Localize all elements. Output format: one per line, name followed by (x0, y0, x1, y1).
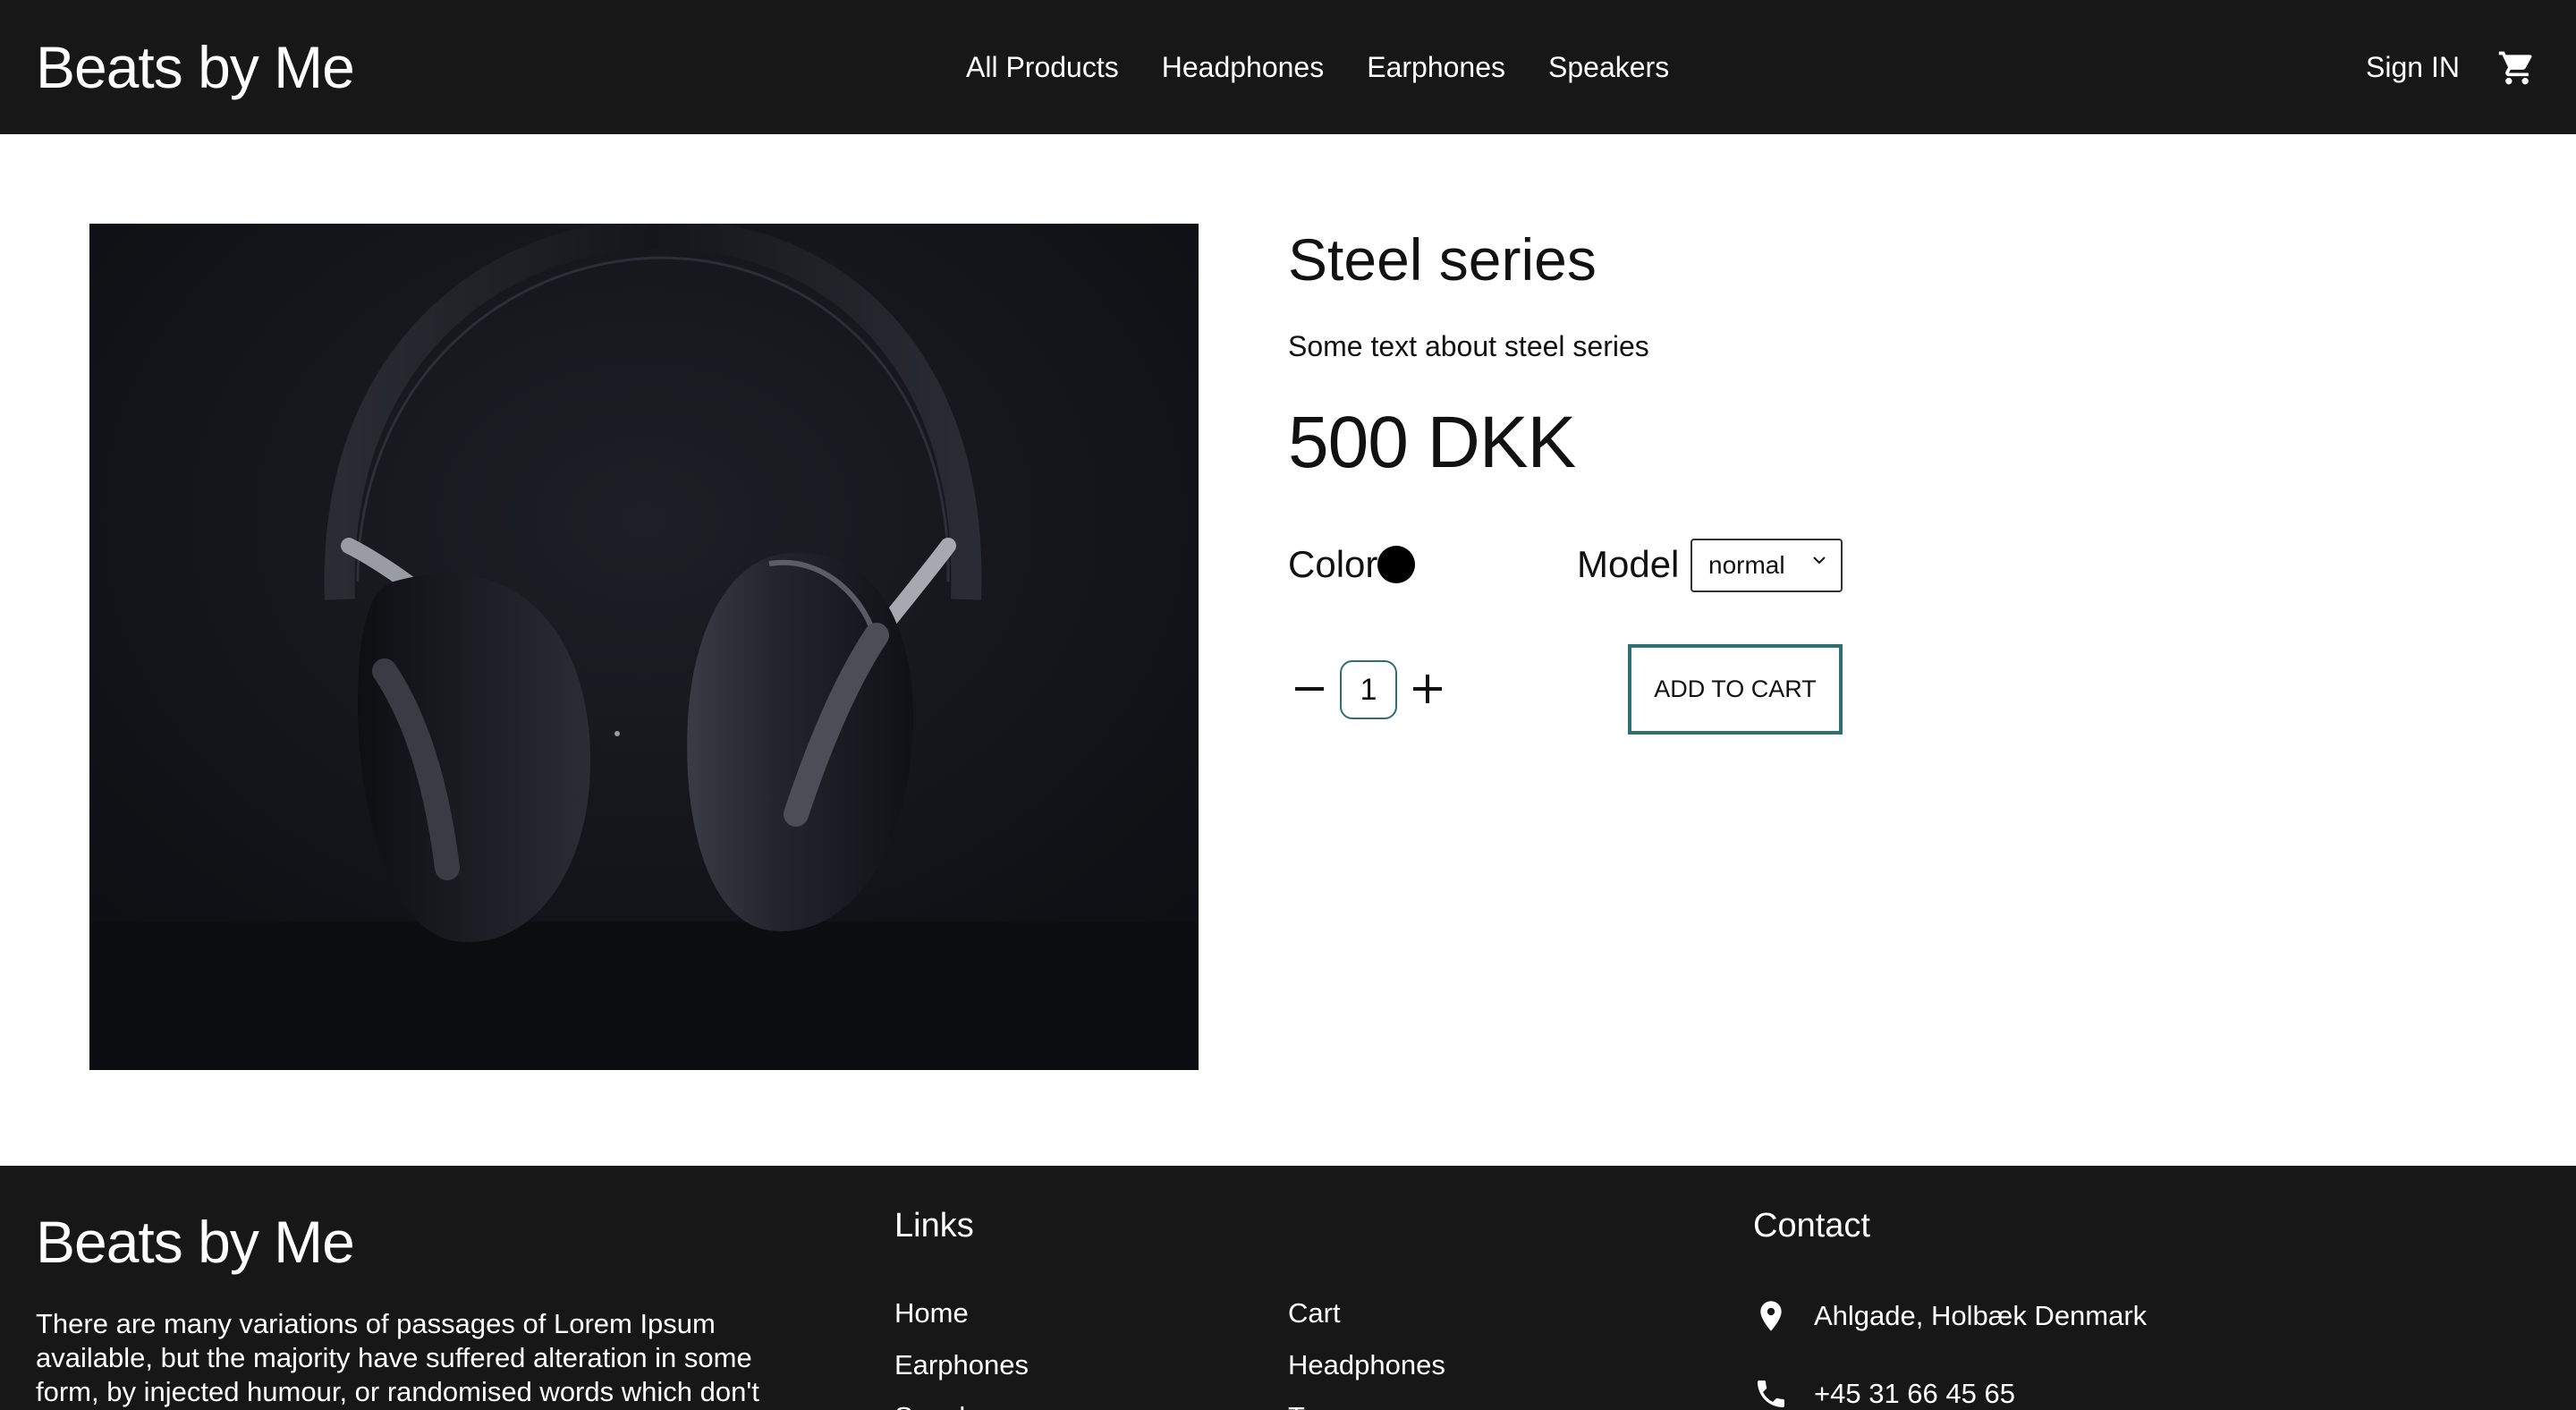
cart-icon[interactable] (2497, 48, 2537, 88)
product-image (89, 224, 1199, 1070)
increase-quantity-button[interactable] (1410, 662, 1445, 716)
phone-icon (1758, 1380, 1784, 1407)
site-footer: Beats by Me There are many variations of… (0, 1166, 2576, 1410)
footer-contact-title: Contact (1753, 1207, 1870, 1244)
site-logo[interactable]: Beats by Me (36, 27, 355, 107)
footer-link-home[interactable]: Home (894, 1291, 1029, 1336)
sign-in-link[interactable]: Sign IN (2366, 45, 2460, 89)
footer-address: Ahlgade, Holbæk Denmark (1753, 1295, 2147, 1337)
footer-address-text: Ahlgade, Holbæk Denmark (1814, 1300, 2148, 1331)
site-header: Beats by Me All Products Headphones Earp… (0, 0, 2576, 134)
product-title: Steel series (1288, 226, 1597, 293)
nav-link-earphones[interactable]: Earphones (1367, 45, 1505, 89)
quantity-field[interactable]: 1 (1340, 660, 1397, 719)
decrease-quantity-button[interactable] (1292, 662, 1327, 716)
chevron-down-icon (1813, 556, 1826, 565)
add-to-cart-button[interactable]: ADD TO CART (1628, 644, 1843, 735)
footer-link-speakers[interactable]: Speakers (894, 1395, 1029, 1410)
color-label: Color (1288, 543, 1378, 585)
product-price: 500 DKK (1288, 402, 1576, 483)
product-description: Some text about steel series (1288, 330, 1649, 362)
footer-links-title: Links (894, 1207, 974, 1244)
nav-link-headphones[interactable]: Headphones (1162, 45, 1324, 89)
footer-phone: +45 31 66 45 65 (1753, 1373, 2015, 1410)
footer-logo: Beats by Me (36, 1209, 355, 1275)
footer-link-cart[interactable]: Cart (1288, 1291, 1445, 1336)
nav-link-speakers[interactable]: Speakers (1548, 45, 1669, 89)
model-select-value: normal (1708, 551, 1785, 579)
model-label: Model (1577, 543, 1680, 585)
main-nav: All Products Headphones Earphones Speake… (966, 45, 1669, 89)
model-select[interactable]: normal (1690, 539, 1843, 592)
location-pin-icon (1760, 1301, 1782, 1331)
footer-phone-text[interactable]: +45 31 66 45 65 (1814, 1373, 2015, 1410)
footer-link-headphones[interactable]: Headphones (1288, 1343, 1445, 1388)
nav-link-all-products[interactable]: All Products (966, 45, 1119, 89)
color-swatch[interactable] (1377, 546, 1415, 583)
headphones-photo (89, 224, 1199, 1070)
footer-link-terms[interactable]: Terms (1288, 1395, 1445, 1410)
footer-links-column-1: Home Earphones Speakers (894, 1291, 1029, 1410)
footer-links-column-2: Cart Headphones Terms (1288, 1291, 1445, 1410)
footer-link-earphones[interactable]: Earphones (894, 1343, 1029, 1388)
footer-about-text: There are many variations of passages of… (36, 1308, 759, 1407)
